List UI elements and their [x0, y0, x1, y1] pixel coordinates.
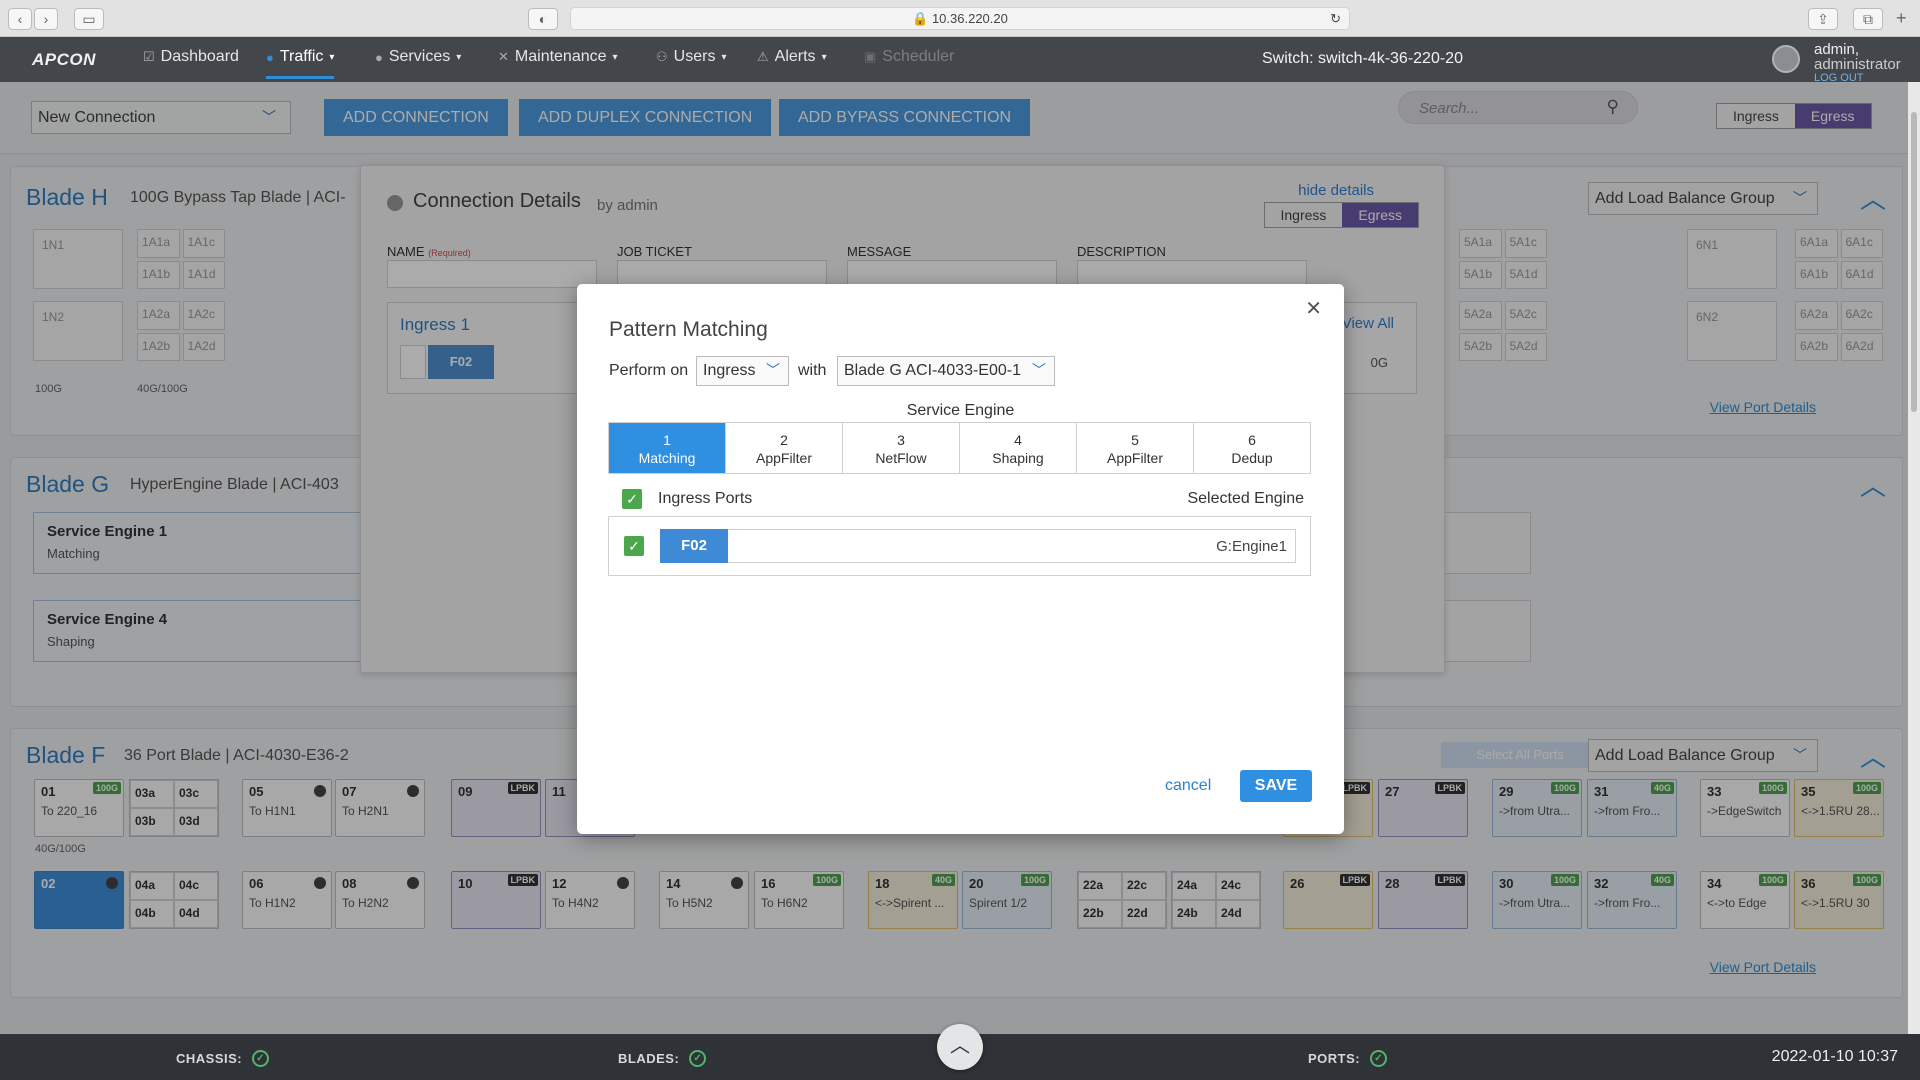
tab-label: Dedup	[1231, 450, 1273, 466]
check-circle-icon: ✓	[252, 1050, 270, 1067]
forward-icon[interactable]: ›	[34, 8, 58, 30]
tab-engine-6[interactable]: 6 Dedup	[1194, 423, 1310, 473]
status-footer: CHASSIS: ✓ BLADES: ✓ ︿ PORTS: ✓ 2022-01-10 …	[0, 1024, 1920, 1080]
tab-label: Shaping	[992, 450, 1044, 466]
with-label: with	[798, 362, 827, 379]
tab-number: 1	[663, 432, 671, 448]
tabs-icon[interactable]: ⧉	[1853, 8, 1883, 30]
save-button[interactable]: SAVE	[1240, 770, 1312, 802]
tab-label: AppFilter	[755, 450, 813, 466]
nav-alerts-label: Alerts	[774, 48, 816, 65]
nav-maintenance[interactable]: ✕ Maintenance ▾	[498, 48, 618, 66]
tab-engine-4[interactable]: 4 Shaping	[960, 423, 1077, 473]
nav-users[interactable]: ⚇ Users ▾	[656, 48, 726, 66]
nav-scheduler-label: Scheduler	[882, 48, 955, 65]
tab-engine-5[interactable]: 5 AppFilter	[1077, 423, 1194, 473]
nav-dashboard[interactable]: ☑ Dashboard	[143, 48, 239, 66]
nav-traffic-label: Traffic	[279, 48, 324, 65]
pattern-matching-dialog: Pattern Matching ✕ Perform on Ingress ﹀ w…	[577, 284, 1344, 834]
selected-engine-label: Selected Engine	[1187, 490, 1304, 507]
port-checkbox[interactable]: ✓	[624, 536, 644, 556]
chevron-down-icon: ﹀	[1032, 362, 1046, 378]
ports-status: PORTS: ✓	[1308, 1050, 1388, 1067]
url-text: 10.36.220.20	[931, 11, 1008, 26]
port-chip: F02	[660, 529, 728, 563]
chevron-up-icon[interactable]: ︿	[937, 1024, 983, 1070]
selected-engine-field[interactable]: G:Engine1	[728, 529, 1296, 563]
chevron-down-icon: ▾	[821, 51, 827, 63]
chevron-down-icon: ﹀	[766, 362, 780, 378]
avatar	[1772, 45, 1800, 73]
scrollbar-thumb[interactable]	[1911, 112, 1917, 412]
tab-number: 2	[780, 432, 788, 448]
nav-users-label: Users	[673, 48, 716, 65]
url-bar[interactable]: 🔒 10.36.220.20 ↻	[570, 7, 1350, 30]
check-circle-icon: ✓	[1370, 1050, 1388, 1067]
dashboard-icon: ☑	[143, 49, 155, 64]
user-menu[interactable]: admin, administrator LOG OUT	[1772, 41, 1912, 84]
user-role: administrator	[1814, 56, 1901, 73]
chassis-status: CHASSIS: ✓	[176, 1050, 270, 1067]
tab-number: 6	[1248, 432, 1256, 448]
nav-scheduler[interactable]: ▣ Scheduler	[864, 48, 954, 66]
privacy-icon[interactable]: ◐	[528, 8, 558, 30]
tab-label: NetFlow	[875, 450, 927, 466]
perform-on-label: Perform on	[609, 362, 689, 379]
ingress-ports-label: Ingress Ports	[658, 490, 753, 507]
chevron-down-icon: ▾	[612, 51, 618, 63]
tab-engine-1[interactable]: 1 Matching	[609, 423, 726, 473]
cancel-button[interactable]: cancel	[1165, 777, 1211, 795]
lock-icon: 🔒	[912, 11, 929, 26]
blades-status: BLADES: ✓	[618, 1050, 707, 1067]
sidebar-icon[interactable]: ▭	[74, 8, 104, 30]
chassis-label: CHASSIS:	[176, 1051, 243, 1066]
blade-select-value: Blade G ACI-4033-E00-1	[844, 362, 1021, 379]
footer-timestamp: 2022-01-10 10:37	[1771, 1048, 1898, 1065]
chevron-down-icon: ▾	[456, 51, 462, 63]
perform-on-select[interactable]: Ingress ﹀	[696, 356, 789, 386]
tab-engine-2[interactable]: 2 AppFilter	[726, 423, 843, 473]
calendar-icon: ▣	[864, 49, 877, 64]
tab-engine-3[interactable]: 3 NetFlow	[843, 423, 960, 473]
ingress-port-row: ✓ F02 G:Engine1	[608, 516, 1311, 576]
tab-label: Matching	[638, 450, 696, 466]
wrench-icon: ✕	[498, 49, 509, 64]
page-scrollbar[interactable]	[1908, 82, 1920, 1034]
tab-number: 4	[1014, 432, 1022, 448]
ports-label: PORTS:	[1308, 1051, 1361, 1066]
tab-label: AppFilter	[1106, 450, 1164, 466]
nav-alerts[interactable]: ⚠ Alerts ▾	[757, 48, 827, 66]
nav-maintenance-label: Maintenance	[514, 48, 607, 65]
nav-traffic[interactable]: ● Traffic ▾	[266, 48, 335, 79]
app-nav: APCON ☑ Dashboard ● Traffic ▾ ● Services ▾ ✕ M…	[0, 37, 1920, 84]
traffic-icon: ●	[266, 49, 274, 65]
blade-select[interactable]: Blade G ACI-4033-E00-1 ﹀	[837, 356, 1055, 386]
blades-label: BLADES:	[618, 1051, 680, 1066]
nav-dashboard-label: Dashboard	[160, 48, 239, 65]
services-icon: ●	[375, 49, 383, 65]
users-icon: ⚇	[656, 49, 668, 64]
alert-icon: ⚠	[757, 49, 769, 64]
nav-services[interactable]: ● Services ▾	[375, 48, 461, 66]
chevron-down-icon: ▾	[721, 51, 727, 63]
tab-number: 5	[1131, 432, 1139, 448]
new-tab-icon[interactable]: +	[1896, 8, 1907, 29]
switch-label: Switch: switch-4k-36-220-20	[1262, 50, 1463, 67]
reload-icon[interactable]: ↻	[1330, 8, 1341, 29]
ingress-ports-checkbox[interactable]: ✓	[622, 489, 642, 509]
service-engine-tabs: 1 Matching 2 AppFilter 3 NetFlow 4 Shaping 5…	[608, 422, 1311, 474]
tab-number: 3	[897, 432, 905, 448]
apcon-logo: APCON	[32, 50, 96, 69]
browser-toolbar: ‹ › ▭ ◐ 🔒 10.36.220.20 ↻ ⇪ ⧉ +	[0, 0, 1920, 37]
check-circle-icon: ✓	[689, 1050, 707, 1067]
dialog-title: Pattern Matching	[609, 318, 768, 341]
back-icon[interactable]: ‹	[8, 8, 32, 30]
service-engine-label: Service Engine	[906, 402, 1015, 419]
perform-on-value: Ingress	[703, 362, 756, 379]
nav-services-label: Services	[388, 48, 451, 65]
share-icon[interactable]: ⇪	[1808, 8, 1838, 30]
chevron-down-icon: ▾	[329, 51, 335, 63]
close-icon[interactable]: ✕	[1305, 296, 1322, 321]
